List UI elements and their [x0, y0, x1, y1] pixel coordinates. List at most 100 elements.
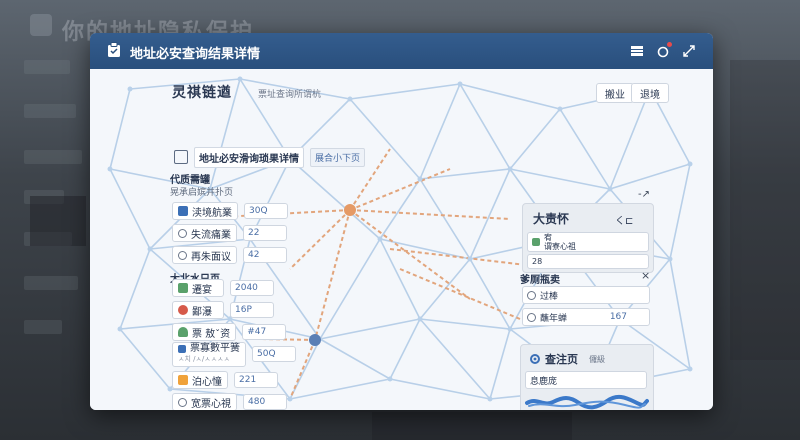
item-label: 宽票心視	[191, 398, 231, 410]
close-icon[interactable]: ×	[641, 269, 650, 282]
graph-node	[687, 366, 693, 372]
graph-node	[607, 186, 613, 192]
panel-row[interactable]: 28	[527, 254, 649, 269]
toolbar-link[interactable]: 展合小下页	[310, 147, 366, 167]
item-value: 50Q	[252, 346, 296, 362]
graph-edge	[469, 168, 511, 260]
graph-edge	[349, 83, 461, 100]
info-panel: 大责怀 く⊏ 宥 谓寮心祖 28	[522, 203, 654, 273]
list-item[interactable]: 渎境航業 30Q	[172, 202, 288, 220]
item-label: 遷宴	[192, 284, 212, 296]
user-icon	[178, 327, 188, 337]
item-label: 失流痛業	[191, 229, 231, 241]
notification-button[interactable]	[653, 41, 673, 61]
note-field[interactable]: 息鹿庞	[525, 371, 647, 389]
list-item[interactable]: 遷宴 2040	[172, 279, 274, 297]
item-value: 42	[243, 247, 287, 263]
graph-edge	[119, 328, 171, 390]
graph-edge	[319, 338, 391, 380]
link-icon	[178, 397, 187, 407]
list-item[interactable]: 失流痛業 22	[172, 224, 287, 242]
graph-node	[557, 106, 563, 112]
graph-node	[237, 76, 243, 82]
panel-row-text: 28	[532, 257, 543, 266]
graph-edge	[389, 318, 421, 380]
graph-edge	[109, 88, 131, 170]
graph-edge	[509, 108, 561, 170]
graph-path	[349, 209, 511, 220]
building-icon	[532, 238, 540, 246]
list-item[interactable]: 鄙瀑 16P	[172, 301, 274, 319]
doc-icon	[178, 283, 188, 293]
top-button-1[interactable]: 搬业	[596, 83, 634, 103]
expand-icon	[683, 45, 695, 57]
item-value: 2040	[230, 280, 274, 296]
note-panel: 查注页 儸級 息鹿庞	[520, 344, 654, 410]
background-logo	[30, 14, 52, 36]
panel-row-text: 过棒	[540, 291, 559, 302]
list-item[interactable]: 票 敖ˇ资 #47	[172, 323, 287, 341]
graph-node	[107, 166, 113, 172]
graph-node	[147, 246, 153, 252]
graph-edge	[109, 168, 151, 250]
list-item[interactable]: 票寡數平簧 ㅅ치 /ㅅ/ㅅㅅㅅㅅ 50Q	[172, 341, 296, 367]
target-icon	[527, 290, 536, 300]
graph-edge	[459, 83, 511, 170]
graph-node	[287, 396, 293, 402]
graph-edge	[419, 83, 461, 180]
item-value: 22	[243, 225, 287, 241]
clipboard-icon	[108, 42, 120, 57]
panel-title-glyph: く⊏	[615, 216, 634, 227]
graph-node	[507, 166, 513, 172]
panel-title: 查注页	[545, 353, 578, 366]
graph-node	[127, 86, 133, 92]
graph-edge	[289, 378, 391, 400]
graph-node	[417, 316, 423, 322]
background-row	[24, 60, 70, 74]
search-icon	[178, 228, 187, 238]
stack-icon	[178, 344, 186, 353]
note-field-text: 息鹿庞	[530, 376, 558, 387]
result-detail-dialog: 地址必安查询结果详情 灵祺链遒 票址查询所谓杭 搬业 退境 地址必安滑询琐果详情	[90, 33, 713, 410]
list-item[interactable]: 再朱面议 42	[172, 246, 287, 264]
graph-node	[457, 81, 463, 87]
detail-toolbar: 地址必安滑询琐果详情 展合小下页	[174, 146, 366, 168]
item-value: 30Q	[244, 203, 288, 219]
background-row	[24, 320, 62, 334]
graph-edge	[119, 248, 151, 330]
panel-row[interactable]: 过棒	[522, 286, 650, 304]
top-button-2[interactable]: 退境	[631, 83, 669, 103]
item-label: 鄙瀑	[192, 306, 212, 318]
target-icon	[178, 250, 187, 260]
background-row	[24, 104, 76, 118]
item-label: 泊心憧	[192, 376, 222, 388]
graph-hub-node[interactable]	[344, 204, 356, 216]
graph-node	[417, 176, 423, 182]
panel-row[interactable]: 蘸年蝉 167	[522, 308, 650, 326]
graph-edge	[419, 178, 471, 260]
signature-drawing	[525, 394, 649, 410]
graph-edge	[419, 168, 511, 180]
expand-button[interactable]	[679, 41, 699, 61]
panel-row-value: 167	[609, 312, 627, 322]
graph-path	[289, 209, 351, 270]
graph-path	[314, 209, 351, 341]
list-item[interactable]: 泊心憧 221	[172, 371, 278, 389]
graph-node	[387, 376, 393, 382]
graph-edge	[509, 168, 611, 190]
graph-node	[377, 236, 383, 242]
graph-edge	[319, 318, 421, 340]
grid-button[interactable]	[627, 41, 647, 61]
graph-selected-node[interactable]	[309, 334, 321, 346]
panel-row[interactable]: 宥 谓寮心祖	[527, 232, 649, 252]
list-item[interactable]: 宽票心視 480	[172, 393, 287, 410]
graph-edge	[379, 178, 421, 240]
background-row	[24, 150, 82, 164]
item-value: #47	[242, 324, 287, 340]
graph-edge	[319, 238, 381, 340]
graph-path	[399, 268, 521, 320]
graph-edge	[349, 98, 421, 180]
background-row	[24, 276, 78, 290]
pie-icon	[178, 305, 188, 315]
section-title: 灵祺链遒	[172, 85, 232, 101]
